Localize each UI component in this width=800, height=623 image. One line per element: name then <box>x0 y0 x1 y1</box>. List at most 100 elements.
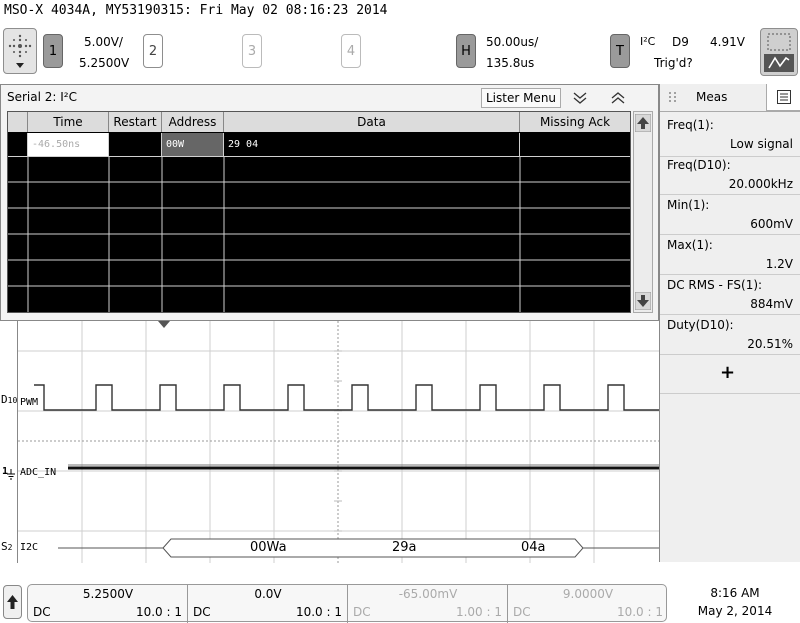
channel-1-button[interactable]: 1 <box>43 34 63 68</box>
bottom-channel-2[interactable]: 0.0V DC 10.0 : 1 <box>188 585 348 623</box>
grip-dots-icon[interactable] <box>665 89 681 105</box>
table-cell-time[interactable]: -46.50ns <box>28 133 109 157</box>
col-header-marker <box>8 112 28 132</box>
meas-label-min-1: Min(1): <box>667 198 710 212</box>
lister-table: Time Restart Address Data Missing Ack -4… <box>7 111 631 313</box>
bottom-ch1-probe: 10.0 : 1 <box>135 605 182 619</box>
channel-3-button[interactable]: 3 <box>242 34 262 68</box>
s2-channel-name: I2C <box>20 542 39 553</box>
meas-value-dc-rms-1: 884mV <box>750 297 793 311</box>
bottom-channel-1[interactable]: 5.2500V DC 10.0 : 1 <box>28 585 188 623</box>
display-nav-button[interactable] <box>3 28 37 74</box>
waveform-display[interactable]: D10 PWM 1 ADC_IN S2 I2C 00Wa 29a 04a <box>1 321 659 563</box>
meas-value-min-1: 600mV <box>750 217 793 231</box>
meas-value-freq-1: Low signal <box>730 137 793 151</box>
meas-value-freq-d10: 20.000kHz <box>728 177 793 191</box>
bottom-ch4-probe: 10.0 : 1 <box>616 605 663 619</box>
bottom-ch2-coupling: DC <box>193 605 211 619</box>
bottom-ch1-coupling: DC <box>33 605 51 619</box>
bottom-ch2-value: 0.0V <box>254 587 282 601</box>
panel-title: Serial 2: I²C <box>7 90 77 104</box>
trigger-type: I²C <box>640 35 656 48</box>
d10-subscript: 10 <box>7 396 18 405</box>
horizontal-delay: 135.8us <box>486 56 535 70</box>
meas-label-dc-rms-1: DC RMS - FS(1): <box>667 278 763 292</box>
lister-menu-button[interactable]: Lister Menu <box>481 88 561 108</box>
s2-prefix: S <box>1 540 8 553</box>
horizontal-scale: 50.00us/ <box>486 35 539 49</box>
ground-icon <box>7 469 15 480</box>
d10-channel-name: PWM <box>20 397 39 408</box>
meas-value-duty-d10: 20.51% <box>747 337 793 351</box>
clock-date: May 2, 2014 <box>697 604 773 618</box>
touch-zoom-button[interactable] <box>760 28 798 76</box>
scroll-up-arrow-icon[interactable] <box>635 114 651 132</box>
horizontal-button[interactable]: H <box>456 34 476 68</box>
bus-value-address: 00Wa <box>250 540 287 555</box>
bottom-channel-3[interactable]: -65.00mV DC 1.00 : 1 <box>348 585 508 623</box>
meas-label-duty-d10: Duty(D10): <box>667 318 734 332</box>
waveform-graticule <box>18 321 659 563</box>
channel-1-scale: 5.00V/ <box>84 35 123 49</box>
table-empty-rows <box>8 157 630 312</box>
expand-up-icon[interactable] <box>609 90 627 106</box>
trigger-status: Trig'd? <box>654 56 693 70</box>
meas-divider <box>660 393 800 394</box>
table-cell-restart[interactable] <box>109 133 162 157</box>
col-header-address[interactable]: Address <box>162 112 224 132</box>
scroll-down-arrow-icon[interactable] <box>635 292 651 310</box>
channel-2-button[interactable]: 2 <box>143 34 163 68</box>
lister-scrollbar[interactable] <box>633 111 653 313</box>
meas-divider <box>660 274 800 275</box>
trigger-button[interactable]: T <box>610 34 630 68</box>
collapse-down-icon[interactable] <box>571 90 589 106</box>
bus-value-data-2: 04a <box>521 540 546 555</box>
d10-prefix: D <box>1 393 8 406</box>
meas-label-freq-1: Freq(1): <box>667 118 714 132</box>
bottom-ch1-value: 5.2500V <box>82 587 134 601</box>
bottom-ch2-probe: 10.0 : 1 <box>295 605 342 619</box>
clock-time: 8:16 AM <box>710 586 760 600</box>
meas-menu-tab[interactable] <box>766 84 800 111</box>
bottom-ch3-value: -65.00mV <box>398 587 458 601</box>
table-cell-data[interactable]: 29 04 <box>224 133 520 157</box>
channel-1-offset: 5.2500V <box>79 56 130 70</box>
serial-lister-panel: Serial 2: I²C Lister Menu Time Restart A… <box>0 84 659 321</box>
bottom-channel-4[interactable]: 9.0000V DC 10.0 : 1 <box>508 585 668 623</box>
arrow-up-icon <box>7 595 18 609</box>
meas-divider <box>660 354 800 355</box>
d10-label: D10 <box>1 393 17 406</box>
meas-tab[interactable]: Meas <box>696 90 727 104</box>
meas-divider <box>660 234 800 235</box>
table-row-marker[interactable] <box>8 133 28 157</box>
meas-divider <box>660 111 800 112</box>
s2-subscript: 2 <box>7 543 13 552</box>
meas-divider <box>660 314 800 315</box>
meas-divider <box>660 156 800 157</box>
col-header-time[interactable]: Time <box>28 112 109 132</box>
table-cell-missing-ack[interactable] <box>520 133 630 157</box>
channel-4-button[interactable]: 4 <box>341 34 361 68</box>
meas-label-max-1: Max(1): <box>667 238 713 252</box>
table-cell-address[interactable]: 00W <box>162 133 224 157</box>
meas-divider <box>660 194 800 195</box>
window-title: MSO-X 4034A, MY53190315: Fri May 02 08:1… <box>4 3 388 18</box>
bus-value-data-1: 29a <box>392 540 417 555</box>
bottom-ch3-coupling: DC <box>353 605 371 619</box>
col-header-missing-ack[interactable]: Missing Ack <box>520 112 630 132</box>
bottom-ch3-probe: 1.00 : 1 <box>455 605 502 619</box>
col-header-restart[interactable]: Restart <box>109 112 162 132</box>
list-icon <box>777 90 791 104</box>
add-measurement-button[interactable]: + <box>720 362 735 383</box>
chevron-down-icon <box>16 63 24 68</box>
channel-settings-bar: 5.2500V DC 10.0 : 1 0.0V DC 10.0 : 1 -65… <box>27 584 668 623</box>
trigger-level: 4.91V <box>710 35 745 49</box>
bottom-ch4-value: 9.0000V <box>562 587 614 601</box>
col-header-data[interactable]: Data <box>224 112 520 132</box>
top-control-bar: 1 5.00V/ 5.2500V 2 3 4 H 50.00us/ 135.8u… <box>0 25 800 83</box>
expand-bottom-button[interactable] <box>3 585 22 619</box>
sparkle-grid-icon <box>8 34 32 68</box>
meas-value-max-1: 1.2V <box>765 257 793 271</box>
meas-label-freq-d10: Freq(D10): <box>667 158 731 172</box>
zoom-box-icon <box>764 33 794 72</box>
